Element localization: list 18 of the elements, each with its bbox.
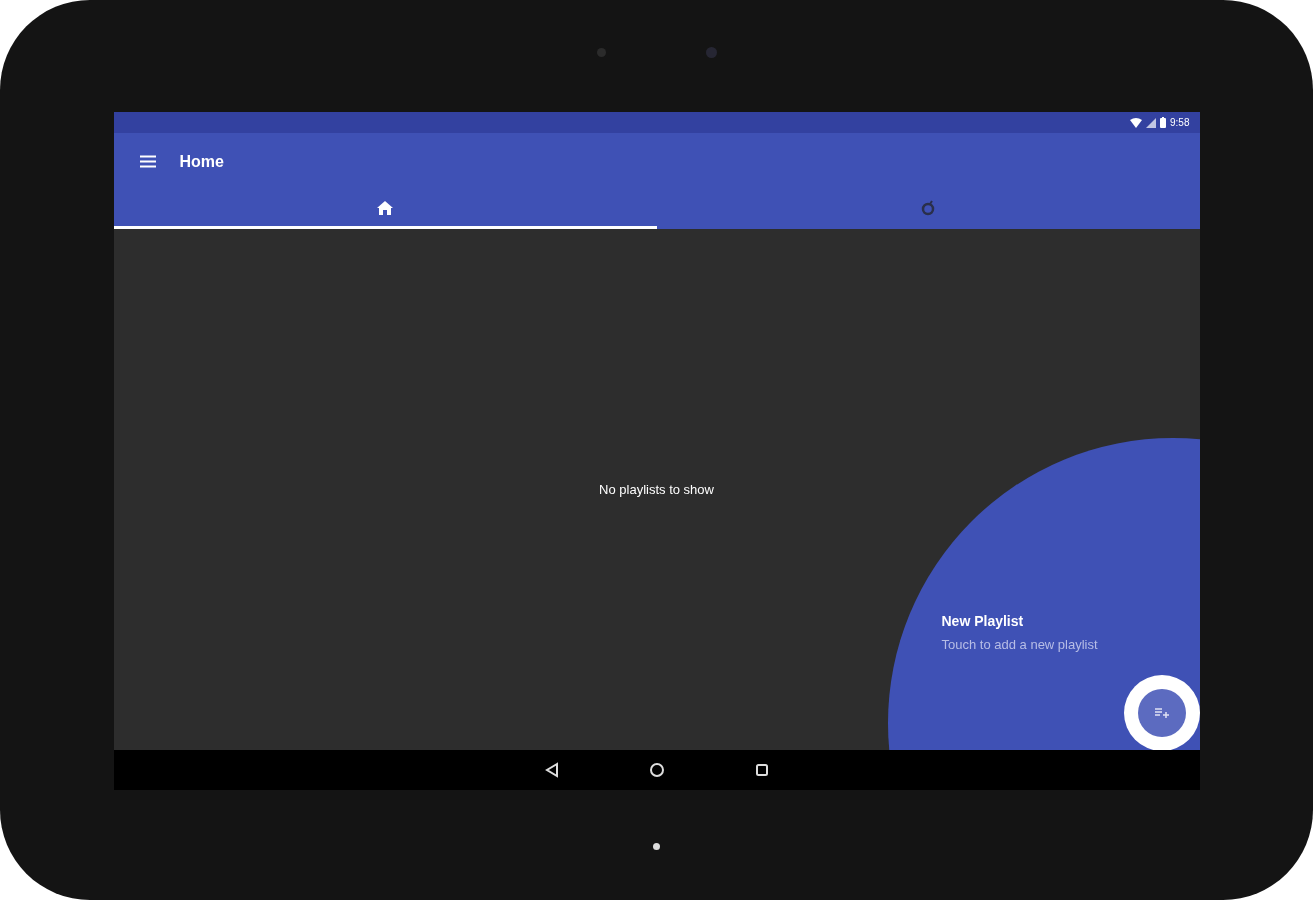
add-playlist-button[interactable] bbox=[1137, 689, 1186, 737]
playlist-add-icon bbox=[1154, 708, 1169, 718]
app-bar-title: Home bbox=[179, 152, 224, 171]
recents-icon[interactable] bbox=[754, 763, 769, 777]
prompt-title: New Playlist bbox=[941, 613, 1025, 629]
empty-message: No playlists to show bbox=[599, 482, 714, 497]
home-button-icon[interactable] bbox=[648, 762, 665, 778]
home-sensor-icon bbox=[653, 842, 660, 850]
menu-icon[interactable] bbox=[139, 155, 156, 168]
signal-icon bbox=[1146, 117, 1157, 128]
home-icon bbox=[377, 201, 393, 215]
timer-icon bbox=[921, 200, 935, 216]
battery-icon bbox=[1160, 117, 1167, 128]
camera-icon bbox=[705, 46, 717, 58]
prompt-subtitle: Touch to add a new playlist bbox=[941, 637, 1098, 652]
status-time: 9:58 bbox=[1170, 117, 1190, 128]
wifi-icon bbox=[1130, 117, 1143, 128]
back-icon[interactable] bbox=[544, 762, 559, 778]
